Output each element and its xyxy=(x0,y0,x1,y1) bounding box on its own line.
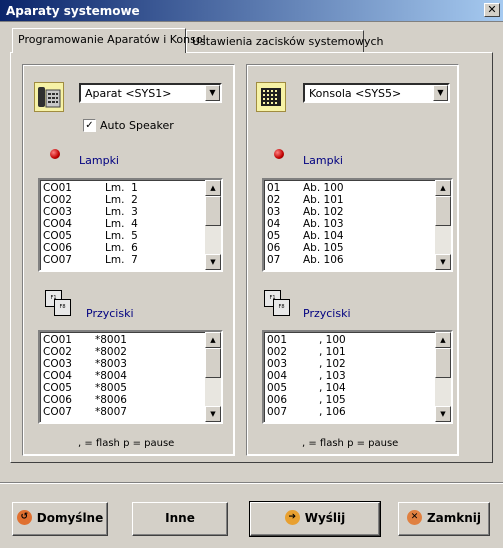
list-item[interactable]: CO05 Lm. 5 xyxy=(43,230,138,242)
auto-speaker-checkbox[interactable]: ✓ xyxy=(83,119,96,132)
list-item[interactable]: CO01 *8001 xyxy=(43,334,127,346)
legend-text: , = flash p = pause xyxy=(78,438,175,449)
legend-text: , = flash p = pause xyxy=(302,438,399,449)
list-item[interactable]: CO03 *8003 xyxy=(43,358,127,370)
list-item[interactable]: 06 Ab. 105 xyxy=(267,242,344,254)
list-item[interactable]: CO02 *8002 xyxy=(43,346,127,358)
phone-lamps-list[interactable]: CO01 Lm. 1 CO02 Lm. 2 CO03 Lm. 3 CO04 Lm. 4 … xyxy=(38,178,223,272)
list-item[interactable]: 001, 100 xyxy=(267,334,346,346)
window-close-button[interactable]: ✕ xyxy=(484,3,500,17)
lamp-icon xyxy=(50,149,60,159)
chevron-down-icon[interactable]: ▼ xyxy=(433,85,448,101)
list-item[interactable]: 03 Ab. 102 xyxy=(267,206,344,218)
list-item[interactable]: 007, 106 xyxy=(267,406,346,418)
list-item[interactable]: CO07 *8007 xyxy=(43,406,127,418)
window-title: Aparaty systemowe xyxy=(6,4,140,18)
list-item[interactable]: 05 Ab. 104 xyxy=(267,230,344,242)
chevron-down-icon[interactable]: ▼ xyxy=(205,85,220,101)
list-item[interactable]: 07 Ab. 106 xyxy=(267,254,344,266)
scroll-down-icon[interactable]: ▼ xyxy=(205,406,221,422)
list-item[interactable]: 006, 105 xyxy=(267,394,346,406)
close-button[interactable]: ✕ Zamknij xyxy=(398,502,490,536)
list-item[interactable]: CO05 *8005 xyxy=(43,382,127,394)
lamps-label: Lampki xyxy=(303,154,343,167)
keys-label: Przyciski xyxy=(303,307,351,320)
close-icon: ✕ xyxy=(406,509,422,525)
defaults-button[interactable]: ↺ Domyślne xyxy=(12,502,108,536)
scroll-up-icon[interactable]: ▲ xyxy=(435,180,451,196)
list-item[interactable]: 04 Ab. 103 xyxy=(267,218,344,230)
list-item[interactable]: 002, 101 xyxy=(267,346,346,358)
list-item[interactable]: 004, 103 xyxy=(267,370,346,382)
keys-label: Przyciski xyxy=(86,307,134,320)
scroll-up-icon[interactable]: ▲ xyxy=(435,332,451,348)
arrow-right-icon: ➔ xyxy=(284,509,300,525)
scrollbar[interactable]: ▲ ▼ xyxy=(205,332,221,422)
console-select-value: Konsola <SYS5> xyxy=(309,87,402,100)
phone-icon xyxy=(34,82,64,112)
scroll-up-icon[interactable]: ▲ xyxy=(205,180,221,196)
scroll-down-icon[interactable]: ▼ xyxy=(435,406,451,422)
scrollbar[interactable]: ▲ ▼ xyxy=(205,180,221,270)
list-item[interactable]: 003, 102 xyxy=(267,358,346,370)
phone-select-value: Aparat <SYS1> xyxy=(85,87,172,100)
list-item[interactable]: 01 Ab. 100 xyxy=(267,182,344,194)
tab-programming[interactable]: Programowanie Aparatów i Konsol xyxy=(12,28,206,53)
list-item[interactable]: CO06 Lm. 6 xyxy=(43,242,138,254)
phone-keys-list[interactable]: CO01 *8001 CO02 *8002 CO03 *8003 CO04 *8004 … xyxy=(38,330,223,424)
console-keys-list[interactable]: 001, 100 002, 101 003, 102 004, 103 005,… xyxy=(262,330,453,424)
footer-divider xyxy=(0,482,503,484)
scroll-thumb[interactable] xyxy=(435,196,451,226)
list-item[interactable]: CO04 Lm. 4 xyxy=(43,218,138,230)
list-item[interactable]: CO04 *8004 xyxy=(43,370,127,382)
reset-icon: ↺ xyxy=(16,509,32,525)
keys-icon: F1 F8 xyxy=(45,290,75,320)
lamps-label: Lampki xyxy=(79,154,119,167)
list-item[interactable]: CO02 Lm. 2 xyxy=(43,194,138,206)
scroll-thumb[interactable] xyxy=(205,196,221,226)
lamp-icon xyxy=(274,149,284,159)
list-item[interactable]: CO06 *8006 xyxy=(43,394,127,406)
other-button[interactable]: Inne xyxy=(132,502,228,536)
scroll-down-icon[interactable]: ▼ xyxy=(435,254,451,270)
list-item[interactable]: CO03 Lm. 3 xyxy=(43,206,138,218)
scroll-up-icon[interactable]: ▲ xyxy=(205,332,221,348)
auto-speaker-label: Auto Speaker xyxy=(100,119,174,132)
scroll-thumb[interactable] xyxy=(435,348,451,378)
scrollbar[interactable]: ▲ ▼ xyxy=(435,332,451,422)
console-lamps-list[interactable]: 01 Ab. 100 02 Ab. 101 03 Ab. 102 04 Ab. 103 … xyxy=(262,178,453,272)
send-button[interactable]: ➔ Wyślij xyxy=(249,501,381,537)
list-item[interactable]: 005, 104 xyxy=(267,382,346,394)
phone-select[interactable]: Aparat <SYS1> ▼ xyxy=(79,83,222,103)
console-select[interactable]: Konsola <SYS5> ▼ xyxy=(303,83,450,103)
scroll-down-icon[interactable]: ▼ xyxy=(205,254,221,270)
list-item[interactable]: 02 Ab. 101 xyxy=(267,194,344,206)
console-icon xyxy=(256,82,286,112)
list-item[interactable]: CO07 Lm. 7 xyxy=(43,254,138,266)
scrollbar[interactable]: ▲ ▼ xyxy=(435,180,451,270)
list-item[interactable]: CO01 Lm. 1 xyxy=(43,182,138,194)
tab-system-terminals[interactable]: Ustawienia zacisków systemowych xyxy=(186,30,384,52)
scroll-thumb[interactable] xyxy=(205,348,221,378)
keys-icon: F1 F8 xyxy=(264,290,294,320)
